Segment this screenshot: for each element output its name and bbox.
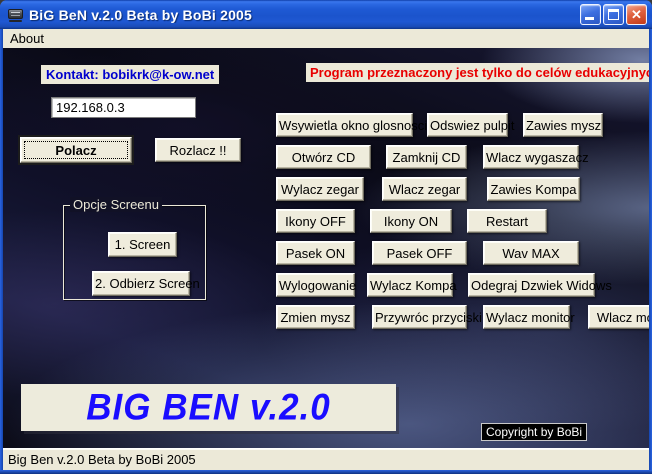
status-bar: Big Ben v.2.0 Beta by BoBi 2005 [3,448,649,470]
action-button[interactable]: Restart [467,209,547,233]
action-button[interactable]: Odswiez pulpit [427,113,508,137]
minimize-icon [585,17,594,20]
connect-button[interactable]: Polacz [20,137,132,163]
menu-bar: About [3,29,649,48]
action-button[interactable]: Ikony ON [370,209,452,233]
maximize-icon [608,9,619,20]
banner-panel: BIG BEN v.2.0 [21,384,396,431]
action-button[interactable]: Wylacz Kompa [367,273,453,297]
action-button[interactable]: Zawies mysz [523,113,603,137]
window-border-left [0,29,3,470]
ip-address-input[interactable] [51,97,196,118]
close-icon: ✕ [627,5,646,24]
action-button[interactable]: Pasek ON [276,241,355,265]
app-window: BiG BeN v.2.0 Beta by BoBi 2005 ✕ About … [0,0,652,474]
window-title: BiG BeN v.2.0 Beta by BoBi 2005 [29,7,580,23]
warning-label: Program przeznaczony jest tylko do celów… [306,63,649,82]
client-area: Kontakt: bobikrk@k-ow.net Program przezn… [3,48,649,448]
contact-label: Kontakt: bobikrk@k-ow.net [41,65,219,84]
disconnect-button[interactable]: Rozlacz !! [155,138,241,162]
minimize-button[interactable] [580,4,601,25]
action-button[interactable]: Zawies Kompa [487,177,580,201]
title-bar: BiG BeN v.2.0 Beta by BoBi 2005 ✕ [0,0,652,29]
action-button[interactable]: Ikony OFF [276,209,355,233]
receive-screen-button[interactable]: 2. Odbierz Screen [92,271,190,296]
action-button[interactable]: Przywróc przyciski [372,305,467,329]
action-button[interactable]: Wlacz monitor [588,305,649,329]
action-button[interactable]: Zmien mysz [276,305,355,329]
action-button[interactable]: Wsywietla okno glosnosci [276,113,413,137]
close-button[interactable]: ✕ [626,4,647,25]
status-text: Big Ben v.2.0 Beta by BoBi 2005 [8,452,196,467]
copyright-label: Copyright by BoBi [481,423,587,441]
window-border-bottom [0,470,652,474]
action-button[interactable]: Wav MAX [483,241,579,265]
action-button[interactable]: Wylogowanie [276,273,355,297]
action-button[interactable]: Wlacz zegar [382,177,467,201]
menu-item-about[interactable]: About [3,29,51,48]
app-icon [8,8,24,22]
maximize-button[interactable] [603,4,624,25]
screen-options-group-title: Opcje Screenu [70,197,162,212]
action-button[interactable]: Wylacz monitor [483,305,570,329]
action-button[interactable]: Wylacz zegar [276,177,364,201]
banner-text: BIG BEN v.2.0 [86,387,330,429]
action-button[interactable]: Zamknij CD [386,145,467,169]
action-button[interactable]: Odegraj Dzwiek Widows [468,273,595,297]
action-button[interactable]: Wlacz wygaszacz [483,145,579,169]
screen-button[interactable]: 1. Screen [108,232,177,257]
action-button[interactable]: Pasek OFF [372,241,467,265]
action-button[interactable]: Otwórz CD [276,145,371,169]
